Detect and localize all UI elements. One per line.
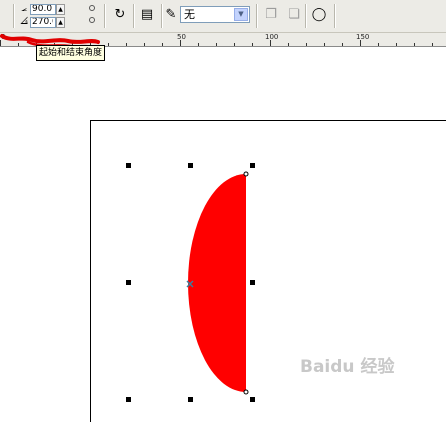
arc-end-node[interactable] [243,389,249,395]
pie-shape[interactable] [188,174,246,392]
arc-start-node[interactable] [243,171,249,177]
selection-handle[interactable] [126,280,131,285]
selection-handle[interactable] [250,280,255,285]
selection-handle[interactable] [188,163,193,168]
selection-handle[interactable] [250,163,255,168]
selection-handle[interactable] [126,397,131,402]
selection-handle[interactable] [188,397,193,402]
selection-handle[interactable] [126,163,131,168]
watermark: Baidu 经验 [300,357,395,377]
selection-handle[interactable] [250,397,255,402]
